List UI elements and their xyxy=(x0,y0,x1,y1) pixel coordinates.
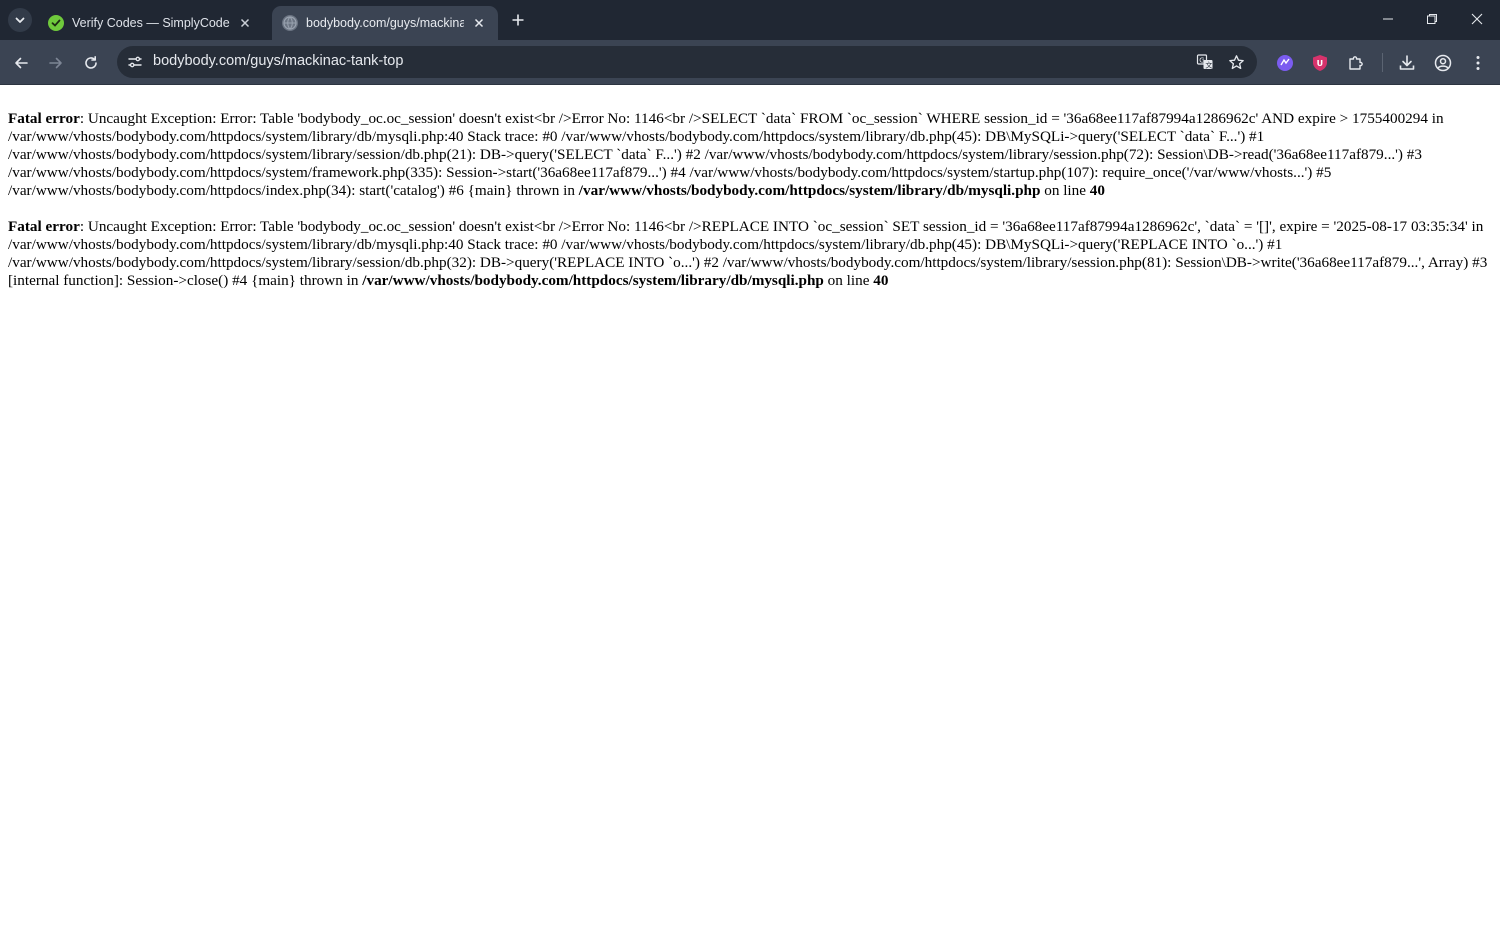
minimize-icon xyxy=(1383,18,1393,20)
translate-button[interactable]: G 文 xyxy=(1194,51,1216,73)
error-label: Fatal error xyxy=(8,110,80,127)
downloads-button[interactable] xyxy=(1396,52,1418,74)
chevron-down-icon xyxy=(15,17,25,23)
download-icon xyxy=(1399,55,1415,70)
ublock-extension-button[interactable]: U xyxy=(1309,52,1331,74)
forward-button[interactable] xyxy=(43,50,69,76)
menu-button[interactable] xyxy=(1467,52,1489,74)
reload-icon xyxy=(85,56,97,69)
svg-text:U: U xyxy=(1317,59,1324,68)
tab-bodybody[interactable]: bodybody.com/guys/mackinac-tank-top xyxy=(272,6,498,40)
address-bar[interactable]: bodybody.com/guys/mackinac-tank-top G 文 xyxy=(117,46,1257,78)
error-line: 40 xyxy=(1089,182,1105,199)
more-vertical-icon xyxy=(1476,56,1480,70)
tab-strip: Verify Codes — SimplyCodes bodybody.com/… xyxy=(0,0,1500,40)
error-message: Fatal error: Uncaught Exception: Error: … xyxy=(8,218,1492,290)
error-file: /var/www/vhosts/bodybody.com/httpdocs/sy… xyxy=(362,272,824,289)
error-label: Fatal error xyxy=(8,218,80,235)
svg-text:G: G xyxy=(1199,57,1204,65)
close-icon xyxy=(1471,13,1483,25)
bookmark-button[interactable] xyxy=(1225,51,1247,73)
tab-search-button[interactable] xyxy=(8,8,32,32)
url-text: bodybody.com/guys/mackinac-tank-top xyxy=(153,53,404,69)
tab-title: Verify Codes — SimplyCodes xyxy=(72,16,230,30)
simplycodes-logo-icon xyxy=(48,15,64,31)
error-message: Fatal error: Uncaught Exception: Error: … xyxy=(8,110,1492,200)
arrow-left-icon xyxy=(15,57,28,69)
on-line-text: on line xyxy=(1040,182,1090,199)
shield-icon: U xyxy=(1313,55,1327,71)
extension-logo-icon xyxy=(1277,55,1293,71)
error-file: /var/www/vhosts/bodybody.com/httpdocs/sy… xyxy=(578,182,1041,199)
close-tab-icon[interactable] xyxy=(470,14,488,32)
arrow-right-icon xyxy=(49,57,62,69)
extensions-button[interactable] xyxy=(1345,52,1367,74)
reload-button[interactable] xyxy=(78,50,104,76)
svg-text:文: 文 xyxy=(1205,61,1212,70)
close-tab-icon[interactable] xyxy=(236,14,254,32)
extension-purple-button[interactable] xyxy=(1274,52,1296,74)
restore-icon xyxy=(1427,14,1437,24)
new-tab-button[interactable] xyxy=(507,9,529,31)
tune-icon xyxy=(128,56,142,68)
page-body: Fatal error: Uncaught Exception: Error: … xyxy=(8,110,1492,308)
error-line: 40 xyxy=(873,272,889,289)
globe-icon xyxy=(282,15,298,31)
close-window-button[interactable] xyxy=(1457,4,1497,34)
account-circle-icon xyxy=(1434,54,1452,72)
site-info-button[interactable] xyxy=(123,50,147,74)
puzzle-piece-icon xyxy=(1349,56,1363,70)
toolbar-divider xyxy=(1382,53,1383,72)
tab-title: bodybody.com/guys/mackinac-tank-top xyxy=(306,16,464,30)
profile-button[interactable] xyxy=(1432,52,1454,74)
plus-icon xyxy=(512,14,524,26)
back-button[interactable] xyxy=(8,50,34,76)
restore-button[interactable] xyxy=(1412,4,1452,34)
translate-icon: G 文 xyxy=(1196,54,1213,70)
on-line-text: on line xyxy=(823,272,874,289)
tab-verify-codes[interactable]: Verify Codes — SimplyCodes xyxy=(38,6,264,40)
minimize-button[interactable] xyxy=(1368,4,1408,34)
browser-toolbar: bodybody.com/guys/mackinac-tank-top G 文 … xyxy=(0,40,1500,85)
star-icon xyxy=(1228,54,1244,69)
